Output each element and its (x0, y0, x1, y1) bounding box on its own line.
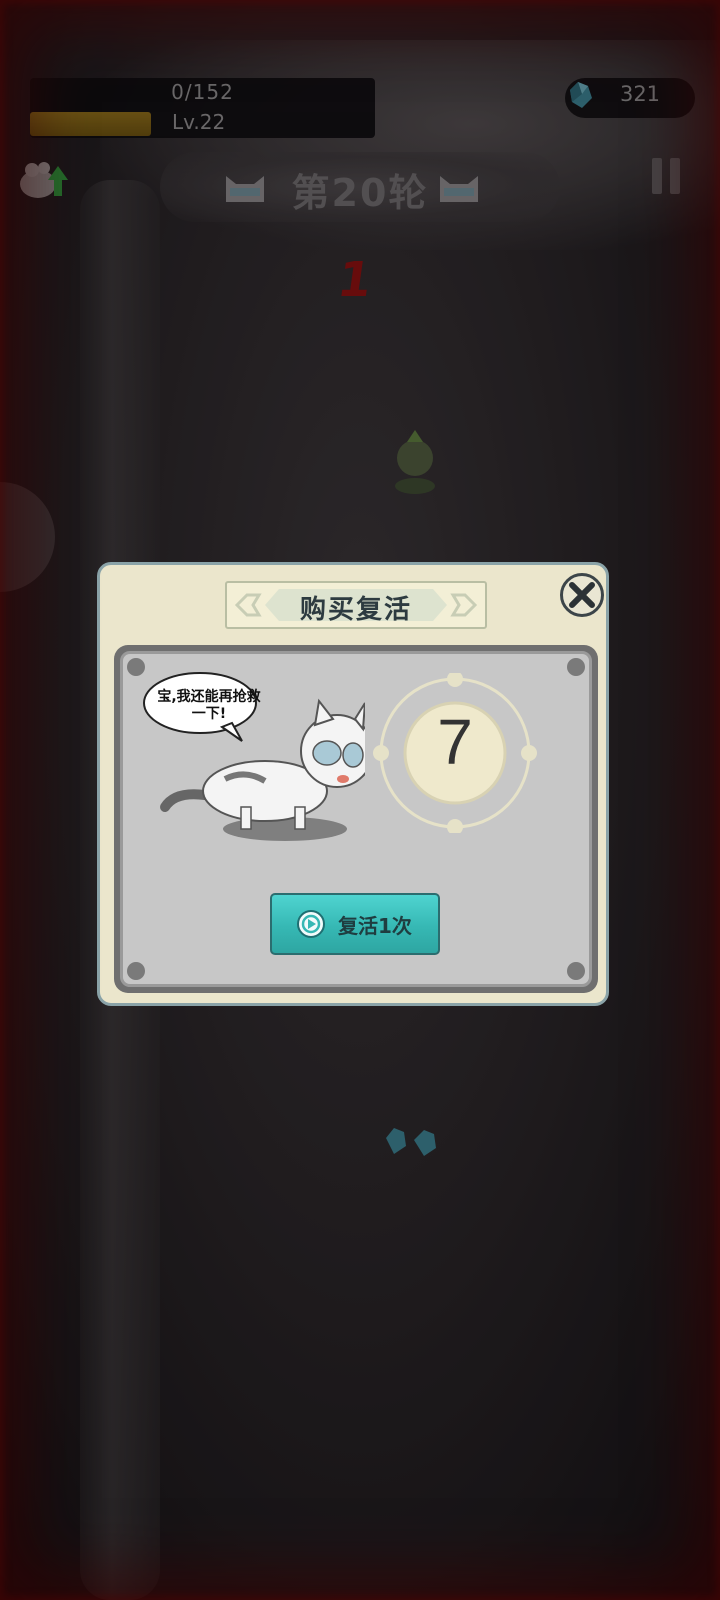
game-screen: 0/152 Lv.22 321 第20轮 1 购买复活 宝,我还能再抢救一下! … (0, 0, 720, 1600)
revive-button[interactable]: 复活1次 (270, 893, 440, 955)
revive-dialog: 购买复活 宝,我还能再抢救一下! 7 复活1次 (97, 562, 609, 1006)
dialog-title: 购买复活 (299, 595, 412, 625)
countdown-number: 7 (437, 706, 473, 778)
revive-button-label: 复活1次 (338, 914, 412, 938)
dialog-title-plate: 购买复活 (225, 581, 487, 629)
close-button[interactable] (560, 573, 604, 617)
ornament-icon (450, 593, 478, 617)
close-icon (569, 582, 595, 608)
play-icon (297, 910, 325, 938)
crying-cat-illustration (160, 698, 365, 841)
